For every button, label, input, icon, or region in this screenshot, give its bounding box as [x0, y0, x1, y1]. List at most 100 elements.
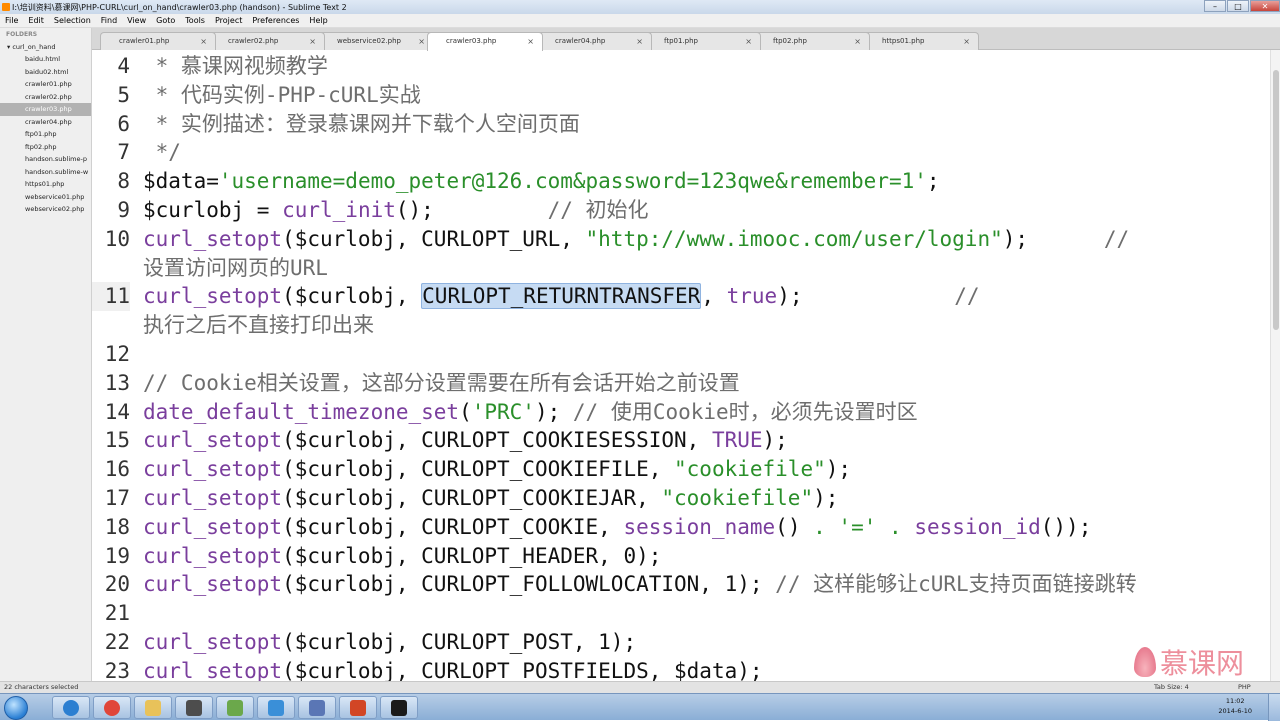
menu-tools[interactable]: Tools [180, 16, 210, 25]
tab-size-indicator[interactable]: Tab Size: 4 [1154, 682, 1189, 693]
code-editor[interactable]: 4 * 慕课网视频教学 5 * 代码实例-PHP-cURL实战 6 * 实例描述：登… [92, 50, 1270, 681]
code-line[interactable]: 9 $curlobj = curl_init(); // 初始化 [92, 196, 1270, 225]
taskbar-app[interactable] [93, 696, 131, 719]
tab-ftp02-php[interactable]: ftp02.php × [754, 32, 870, 50]
minimize-button[interactable]: – [1204, 0, 1226, 12]
code-line[interactable]: 11 curl_setopt($curlobj, CURLOPT_RETURNTR… [92, 282, 1270, 312]
sidebar-file[interactable]: crawler02.php [0, 91, 91, 104]
menu-project[interactable]: Project [210, 16, 247, 25]
taskbar-app[interactable] [257, 696, 295, 719]
tab-webservice02-php[interactable]: webservice02.php × [318, 32, 434, 50]
sidebar-file[interactable]: baidu02.html [0, 66, 91, 79]
code-line[interactable]: 设置访问网页的URL [92, 254, 1270, 283]
sidebar-file[interactable]: ftp02.php [0, 141, 91, 154]
tab-close-icon[interactable]: × [854, 33, 861, 50]
folder-icon [145, 700, 161, 716]
code-line[interactable]: 18 curl_setopt($curlobj, CURLOPT_COOKIE, … [92, 513, 1270, 542]
code-token: () [775, 514, 814, 539]
menu-file[interactable]: File [0, 16, 23, 25]
code-line[interactable]: 19 curl_setopt($curlobj, CURLOPT_HEADER, … [92, 542, 1270, 571]
tab-close-icon[interactable]: × [636, 33, 643, 50]
sidebar-file[interactable]: crawler03.php [0, 103, 91, 116]
code-line[interactable]: 10 curl_setopt($curlobj, CURLOPT_URL, "ht… [92, 225, 1270, 254]
code-line[interactable]: 8 $data='username=demo_peter@126.com&pass… [92, 167, 1270, 196]
code-line[interactable]: 13 // Cookie相关设置，这部分设置需要在所有会话开始之前设置 [92, 369, 1270, 398]
sidebar-file[interactable]: handson.sublime-w [0, 166, 91, 179]
menu-preferences[interactable]: Preferences [247, 16, 304, 25]
menu-selection[interactable]: Selection [49, 16, 96, 25]
menu-find[interactable]: Find [96, 16, 122, 25]
code-line[interactable]: 17 curl_setopt($curlobj, CURLOPT_COOKIEJA… [92, 484, 1270, 513]
code-line[interactable]: 23 curl_setopt($curlobj, CURLOPT_POSTFIEL… [92, 657, 1270, 681]
clock[interactable]: 11:02 2014-6-10 [1218, 696, 1252, 716]
code-line[interactable]: 21 [92, 599, 1270, 628]
line-text: $data='username=demo_peter@126.com&passw… [143, 167, 940, 196]
close-button[interactable]: ✕ [1250, 0, 1280, 12]
tab-crawler03-php[interactable]: crawler03.php × [427, 32, 543, 51]
taskbar-app[interactable] [339, 696, 377, 719]
folder-curl-on-hand[interactable]: ▾ curl_on_hand [0, 38, 91, 53]
code-line[interactable]: 执行之后不直接打印出来 [92, 311, 1270, 340]
line-text: // Cookie相关设置，这部分设置需要在所有会话开始之前设置 [143, 369, 740, 398]
code-line[interactable]: 7 */ [92, 138, 1270, 167]
scrollbar-thumb[interactable] [1273, 70, 1279, 330]
taskbar-app[interactable] [380, 696, 418, 719]
sidebar-file[interactable]: crawler01.php [0, 78, 91, 91]
tab-close-icon[interactable]: × [527, 33, 534, 50]
sidebar-file[interactable]: ftp01.php [0, 128, 91, 141]
tab-ftp01-php[interactable]: ftp01.php × [645, 32, 761, 50]
tab-crawler04-php[interactable]: crawler04.php × [536, 32, 652, 50]
taskbar-app[interactable] [52, 696, 90, 719]
menu-edit[interactable]: Edit [23, 16, 49, 25]
tab-close-icon[interactable]: × [418, 33, 425, 50]
sidebar-file[interactable]: https01.php [0, 178, 91, 191]
taskbar-app[interactable] [134, 696, 172, 719]
taskbar-app[interactable] [298, 696, 336, 719]
tab-crawler02-php[interactable]: crawler02.php × [209, 32, 325, 50]
syntax-indicator[interactable]: PHP [1238, 682, 1251, 693]
vertical-scrollbar[interactable] [1270, 50, 1280, 681]
code-line[interactable]: 15 curl_setopt($curlobj, CURLOPT_COOKIESE… [92, 426, 1270, 455]
code-line[interactable]: 16 curl_setopt($curlobj, CURLOPT_COOKIEFI… [92, 455, 1270, 484]
sidebar-file[interactable]: webservice02.php [0, 203, 91, 216]
code-line[interactable]: 14 date_default_timezone_set('PRC'); // 使… [92, 398, 1270, 427]
sidebar-file[interactable]: crawler04.php [0, 116, 91, 129]
code-line[interactable]: 20 curl_setopt($curlobj, CURLOPT_FOLLOWLO… [92, 570, 1270, 599]
tab-crawler01-php[interactable]: crawler01.php × [100, 32, 216, 50]
code-token: ($curlobj, CURLOPT_COOKIE, [282, 514, 624, 539]
code-token: 'PRC' [471, 399, 535, 424]
sidebar-file[interactable]: baidu.html [0, 53, 91, 66]
maximize-button[interactable]: □ [1227, 0, 1249, 12]
code-token: ); [762, 428, 788, 453]
menu-view[interactable]: View [122, 16, 151, 25]
start-button[interactable] [4, 696, 28, 720]
tab-close-icon[interactable]: × [963, 33, 970, 50]
show-desktop-button[interactable] [1268, 694, 1280, 721]
line-text: $curlobj = curl_init(); // 初始化 [143, 196, 649, 225]
code-token: curl_setopt [143, 572, 283, 597]
code-token: curl_setopt [143, 629, 283, 654]
taskbar-app[interactable] [216, 696, 254, 719]
taskbar-app[interactable] [175, 696, 213, 719]
sidebar-file[interactable]: webservice01.php [0, 191, 91, 204]
code-token: curl_setopt [143, 485, 283, 510]
code-line[interactable]: 5 * 代码实例-PHP-cURL实战 [92, 81, 1270, 110]
sidebar-file[interactable]: handson.sublime-p [0, 153, 91, 166]
tab-close-icon[interactable]: × [309, 33, 316, 50]
code-token: // 这样能够让cURL支持页面链接跳转 [775, 572, 1137, 597]
code-token: ); [534, 399, 573, 424]
tab-https01-php[interactable]: https01.php × [863, 32, 979, 50]
code-line[interactable]: 12 [92, 340, 1270, 369]
menu-help[interactable]: Help [304, 16, 332, 25]
tab-close-icon[interactable]: × [745, 33, 752, 50]
code-line[interactable]: 6 * 实例描述：登录慕课网并下载个人空间页面 [92, 110, 1270, 139]
line-text: curl_setopt($curlobj, CURLOPT_POST, 1); [143, 628, 636, 657]
imooc-watermark: 慕课网 [1134, 642, 1244, 682]
tab-close-icon[interactable]: × [200, 33, 207, 50]
code-token: curl_setopt [143, 428, 283, 453]
code-line[interactable]: 4 * 慕课网视频教学 [92, 52, 1270, 81]
code-line[interactable]: 22 curl_setopt($curlobj, CURLOPT_POST, 1)… [92, 628, 1270, 657]
code-area[interactable]: 4 * 慕课网视频教学 5 * 代码实例-PHP-cURL实战 6 * 实例描述：登… [92, 52, 1270, 681]
menu-goto[interactable]: Goto [151, 16, 180, 25]
